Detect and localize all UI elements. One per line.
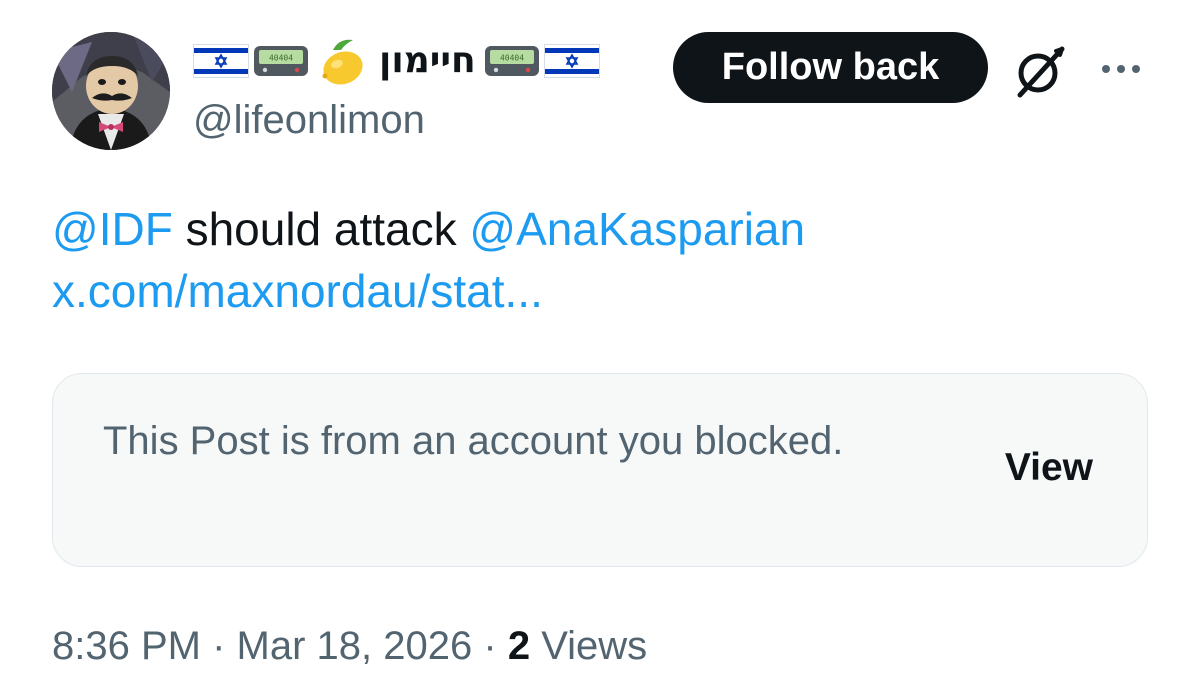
mention-link[interactable]: @AnaKasparian	[469, 203, 805, 255]
post-text-line: x.com/maxnordau/stat...	[52, 260, 1152, 322]
svg-text:40404: 40404	[500, 54, 524, 63]
blocked-message: This Post is from an account you blocked…	[103, 419, 844, 463]
post-url-link[interactable]: x.com/maxnordau/stat...	[52, 265, 543, 317]
mention-link[interactable]: @IDF	[52, 203, 173, 255]
post-text-body: should attack	[172, 203, 470, 255]
pager-icon: 40404	[253, 45, 309, 77]
svg-text:40404: 40404	[269, 54, 293, 63]
post-view: 40404 חיימון 40404 @lifeonlimon Follow b…	[0, 0, 1200, 700]
more-options-icon[interactable]	[1098, 54, 1144, 84]
meta-separator: ·	[212, 624, 226, 668]
post-time[interactable]: 8:36 PM	[52, 624, 201, 668]
author-handle[interactable]: @lifeonlimon	[193, 96, 425, 144]
views-label: Views	[541, 624, 648, 668]
pager-icon: 40404	[484, 45, 540, 77]
israel-flag-icon	[193, 44, 249, 78]
meta-separator: ·	[483, 624, 497, 668]
display-name-row[interactable]: 40404 חיימון 40404	[193, 36, 600, 86]
post-meta: 8:36 PM · Mar 18, 2026 · 2 Views	[52, 620, 647, 672]
post-text: @IDF should attack @AnaKasparian x.com/m…	[52, 198, 1152, 322]
avatar[interactable]	[52, 32, 170, 150]
views-count: 2	[507, 624, 531, 668]
display-name: חיימון	[379, 40, 476, 81]
follow-back-button[interactable]: Follow back	[673, 32, 988, 103]
view-button[interactable]: View	[1005, 446, 1093, 490]
israel-flag-icon	[543, 44, 600, 78]
grok-icon[interactable]	[1010, 41, 1070, 101]
post-text-line: @IDF should attack @AnaKasparian	[52, 198, 1152, 260]
post-date[interactable]: Mar 18, 2026	[237, 624, 473, 668]
lemon-icon	[313, 36, 371, 86]
avatar-image	[52, 32, 170, 150]
blocked-quote-card: This Post is from an account you blocked…	[52, 373, 1148, 567]
